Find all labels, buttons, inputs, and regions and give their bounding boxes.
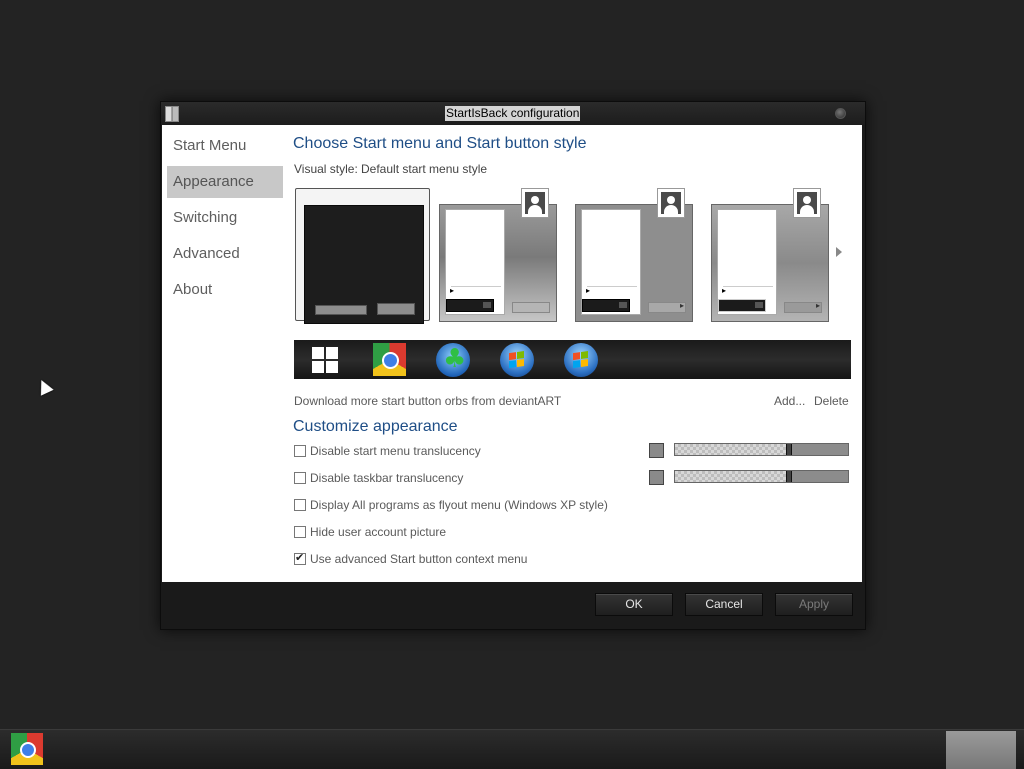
style-preview: ▸ <box>439 204 557 322</box>
taskbar <box>0 729 1024 769</box>
style-preview: ▸ ▸ <box>575 204 693 322</box>
desktop[interactable]: StartIsBack configuration Start Menu App… <box>0 0 1024 769</box>
visual-style-label: Visual style: <box>294 162 358 176</box>
window-title: StartIsBack configuration <box>445 106 581 121</box>
style-thumbnail-default[interactable] <box>295 188 430 324</box>
windows-7-orb-icon[interactable] <box>500 343 534 377</box>
user-avatar-icon <box>793 188 821 218</box>
delete-orb-link[interactable]: Delete <box>814 394 849 408</box>
style-thumbnail-2[interactable]: ▸ <box>431 188 566 322</box>
download-orbs-link[interactable]: Download more start button orbs from dev… <box>294 394 561 408</box>
close-button[interactable] <box>835 108 846 119</box>
visual-style-value: Default start menu style <box>361 162 488 176</box>
scroll-right-arrow-icon[interactable] <box>836 247 842 257</box>
checkbox[interactable] <box>294 499 306 511</box>
clover-orb-icon[interactable] <box>436 343 470 377</box>
windows-8-logo-icon[interactable] <box>312 347 338 373</box>
checkbox[interactable] <box>294 526 306 538</box>
preview-bar <box>377 303 415 315</box>
show-desktop-button[interactable] <box>946 731 1016 769</box>
mouse-cursor-icon <box>35 377 54 396</box>
nav-item-about[interactable]: About <box>167 274 283 306</box>
nav-item-switching[interactable]: Switching <box>167 202 283 234</box>
app-icon <box>165 106 179 122</box>
style-thumbnail-3[interactable]: ▸ ▸ <box>567 188 702 322</box>
client-area: Start Menu Appearance Switching Advanced… <box>162 125 862 582</box>
chrome-icon[interactable] <box>11 733 43 765</box>
checkbox-label: Disable start menu translucency <box>310 444 481 458</box>
taskbar-color-swatch[interactable] <box>649 470 664 485</box>
style-section-title: Choose Start menu and Start button style <box>293 135 587 152</box>
apply-button[interactable]: Apply <box>775 593 853 616</box>
user-avatar-icon <box>657 188 685 218</box>
checkbox[interactable] <box>294 445 306 457</box>
checkbox-label: Display All programs as flyout menu (Win… <box>310 498 608 512</box>
nav-item-start-menu[interactable]: Start Menu <box>167 130 283 162</box>
config-window: StartIsBack configuration Start Menu App… <box>160 101 866 630</box>
preview-shutdown-button <box>446 299 494 312</box>
preview-side-button: ▸ <box>648 301 686 313</box>
start-menu-translucency-slider[interactable] <box>674 443 849 456</box>
nav-item-advanced[interactable]: Advanced <box>167 238 283 270</box>
chrome-orb-icon[interactable] <box>373 343 406 376</box>
preview-side-button: ▸ <box>784 301 822 313</box>
nav-item-appearance[interactable]: Appearance <box>167 166 283 198</box>
checkbox-checked[interactable] <box>294 551 306 565</box>
cancel-button[interactable]: Cancel <box>685 593 763 616</box>
windows-7-orb-icon-alt[interactable] <box>564 343 598 377</box>
user-avatar-icon <box>521 188 549 218</box>
slider-thumb[interactable] <box>786 471 793 482</box>
preview-bar <box>315 305 367 315</box>
checkbox[interactable] <box>294 472 306 484</box>
slider-thumb[interactable] <box>786 444 793 455</box>
preview-side-button <box>512 302 550 313</box>
style-preview: ▸ ▸ <box>711 204 829 322</box>
title-bar[interactable]: StartIsBack configuration <box>161 102 865 125</box>
checkbox-label: Hide user account picture <box>310 525 447 539</box>
checkbox-label: Disable taskbar translucency <box>310 471 464 485</box>
start-menu-color-swatch[interactable] <box>649 443 664 458</box>
taskbar-translucency-slider[interactable] <box>674 470 849 483</box>
customize-section-title: Customize appearance <box>293 418 458 435</box>
checkbox-label: Use advanced Start button context menu <box>310 552 528 566</box>
style-thumbnail-4[interactable]: ▸ ▸ <box>703 188 838 322</box>
style-preview-dark <box>304 205 424 324</box>
preview-shutdown-button <box>582 299 630 312</box>
preview-shutdown-button <box>718 299 766 312</box>
ok-button[interactable]: OK <box>595 593 673 616</box>
start-orb-strip <box>294 340 851 379</box>
add-orb-link[interactable]: Add... <box>774 394 805 408</box>
